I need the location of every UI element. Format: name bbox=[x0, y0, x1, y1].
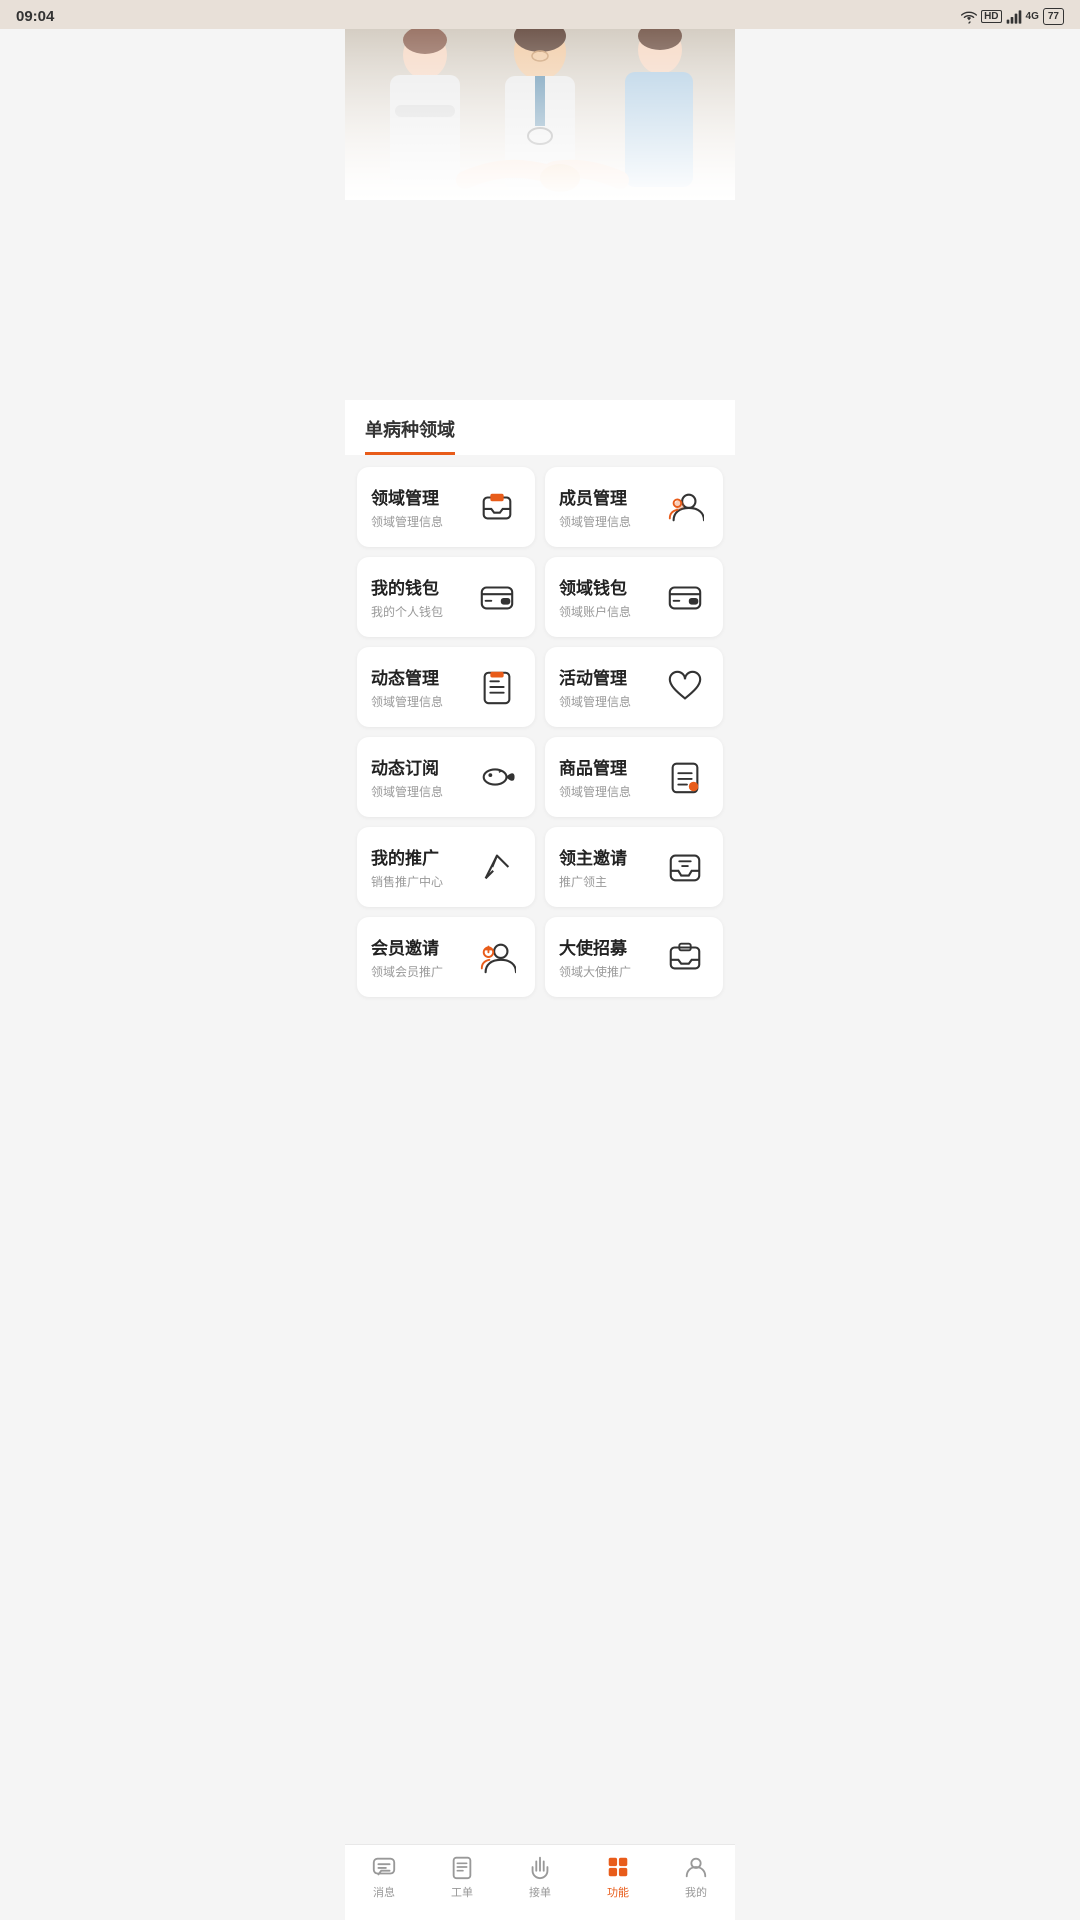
card-subtitle-product-manage: 领域管理信息 bbox=[559, 783, 661, 800]
card-icon-activity-manage bbox=[661, 663, 709, 711]
card-icon-member-manage bbox=[661, 483, 709, 531]
card-my-promote[interactable]: 我的推广 销售推广中心 bbox=[357, 827, 535, 907]
tab-workorder[interactable]: 工单 bbox=[436, 1853, 488, 1900]
card-subtitle-my-promote: 销售推广中心 bbox=[371, 873, 473, 890]
card-icon-my-wallet bbox=[473, 573, 521, 621]
tab-icon-workorder bbox=[448, 1853, 476, 1881]
hd-badge: HD bbox=[981, 10, 1001, 23]
card-subtitle-my-wallet: 我的个人钱包 bbox=[371, 603, 473, 620]
tab-connect[interactable]: 接单 bbox=[514, 1853, 566, 1900]
card-subtitle-member-manage: 领域管理信息 bbox=[559, 513, 661, 530]
card-title-my-wallet: 我的钱包 bbox=[371, 574, 473, 599]
tab-label-connect: 接单 bbox=[529, 1884, 551, 1900]
tab-icon-function bbox=[604, 1853, 632, 1881]
tab-mine[interactable]: 我的 bbox=[670, 1853, 722, 1900]
card-domain-manage[interactable]: 领域管理 领域管理信息 bbox=[357, 467, 535, 547]
card-ambassador-recruit[interactable]: 大使招募 领域大使推广 bbox=[545, 917, 723, 997]
card-product-manage[interactable]: 商品管理 领域管理信息 bbox=[545, 737, 723, 817]
card-icon-my-promote bbox=[473, 843, 521, 891]
tab-label-message: 消息 bbox=[373, 1884, 395, 1900]
tab-label-workorder: 工单 bbox=[451, 1884, 473, 1900]
card-icon-ambassador-recruit bbox=[661, 933, 709, 981]
card-icon-dynamic-subscribe bbox=[473, 753, 521, 801]
card-icon-lord-invite bbox=[661, 843, 709, 891]
card-title-activity-manage: 活动管理 bbox=[559, 664, 661, 689]
tab-bar: 消息 工单 接单 功能 我的 bbox=[345, 1844, 735, 1920]
hero-banner bbox=[345, 0, 735, 200]
card-title-member-invite: 会员邀请 bbox=[371, 934, 473, 959]
card-activity-manage[interactable]: 活动管理 领域管理信息 bbox=[545, 647, 723, 727]
section-header: 单病种领域 bbox=[345, 400, 735, 455]
wifi-icon bbox=[961, 10, 977, 24]
card-subtitle-domain-wallet: 领域账户信息 bbox=[559, 603, 661, 620]
card-member-manage[interactable]: 成员管理 领域管理信息 bbox=[545, 467, 723, 547]
tab-message[interactable]: 消息 bbox=[358, 1853, 410, 1900]
card-title-member-manage: 成员管理 bbox=[559, 484, 661, 509]
card-subtitle-member-invite: 领域会员推广 bbox=[371, 963, 473, 980]
tab-icon-connect bbox=[526, 1853, 554, 1881]
card-title-domain-wallet: 领域钱包 bbox=[559, 574, 661, 599]
card-title-my-promote: 我的推广 bbox=[371, 844, 473, 869]
card-title-product-manage: 商品管理 bbox=[559, 754, 661, 779]
card-my-wallet[interactable]: 我的钱包 我的个人钱包 bbox=[357, 557, 535, 637]
status-bar: 09:04 HD 4G 77 bbox=[0, 0, 1080, 29]
card-subtitle-dynamic-subscribe: 领域管理信息 bbox=[371, 783, 473, 800]
section-title: 单病种领域 bbox=[365, 416, 455, 455]
card-lord-invite[interactable]: 领主邀请 推广领主 bbox=[545, 827, 723, 907]
card-icon-dynamic-manage bbox=[473, 663, 521, 711]
card-title-lord-invite: 领主邀请 bbox=[559, 844, 661, 869]
card-title-dynamic-manage: 动态管理 bbox=[371, 664, 473, 689]
tab-icon-message bbox=[370, 1853, 398, 1881]
card-icon-product-manage bbox=[661, 753, 709, 801]
hero-illustration bbox=[345, 0, 735, 200]
grid-container: 领域管理 领域管理信息 成员管理 领域管理信息 我的钱包 我的个人钱包 bbox=[345, 455, 735, 1009]
card-title-dynamic-subscribe: 动态订阅 bbox=[371, 754, 473, 779]
card-dynamic-subscribe[interactable]: 动态订阅 领域管理信息 bbox=[357, 737, 535, 817]
network-type: 4G bbox=[1026, 11, 1039, 22]
tab-icon-mine bbox=[682, 1853, 710, 1881]
card-icon-domain-wallet bbox=[661, 573, 709, 621]
tab-label-function: 功能 bbox=[607, 1884, 629, 1900]
card-subtitle-ambassador-recruit: 领域大使推广 bbox=[559, 963, 661, 980]
card-title-ambassador-recruit: 大使招募 bbox=[559, 934, 661, 959]
card-subtitle-domain-manage: 领域管理信息 bbox=[371, 513, 473, 530]
status-time: 09:04 bbox=[16, 8, 54, 25]
tab-label-mine: 我的 bbox=[685, 1884, 707, 1900]
card-subtitle-lord-invite: 推广领主 bbox=[559, 873, 661, 890]
signal-icon bbox=[1006, 10, 1022, 24]
main-content: 单病种领域 领域管理 领域管理信息 成员管理 领域管理信息 我的钱包 我的个 bbox=[345, 400, 735, 1009]
card-subtitle-dynamic-manage: 领域管理信息 bbox=[371, 693, 473, 710]
battery-icon: 77 bbox=[1043, 8, 1064, 25]
card-subtitle-activity-manage: 领域管理信息 bbox=[559, 693, 661, 710]
card-icon-domain-manage bbox=[473, 483, 521, 531]
status-icons: HD 4G 77 bbox=[961, 8, 1064, 25]
card-member-invite[interactable]: 会员邀请 领域会员推广 bbox=[357, 917, 535, 997]
card-dynamic-manage[interactable]: 动态管理 领域管理信息 bbox=[357, 647, 535, 727]
card-domain-wallet[interactable]: 领域钱包 领域账户信息 bbox=[545, 557, 723, 637]
card-icon-member-invite bbox=[473, 933, 521, 981]
card-title-domain-manage: 领域管理 bbox=[371, 484, 473, 509]
tab-function[interactable]: 功能 bbox=[592, 1853, 644, 1900]
